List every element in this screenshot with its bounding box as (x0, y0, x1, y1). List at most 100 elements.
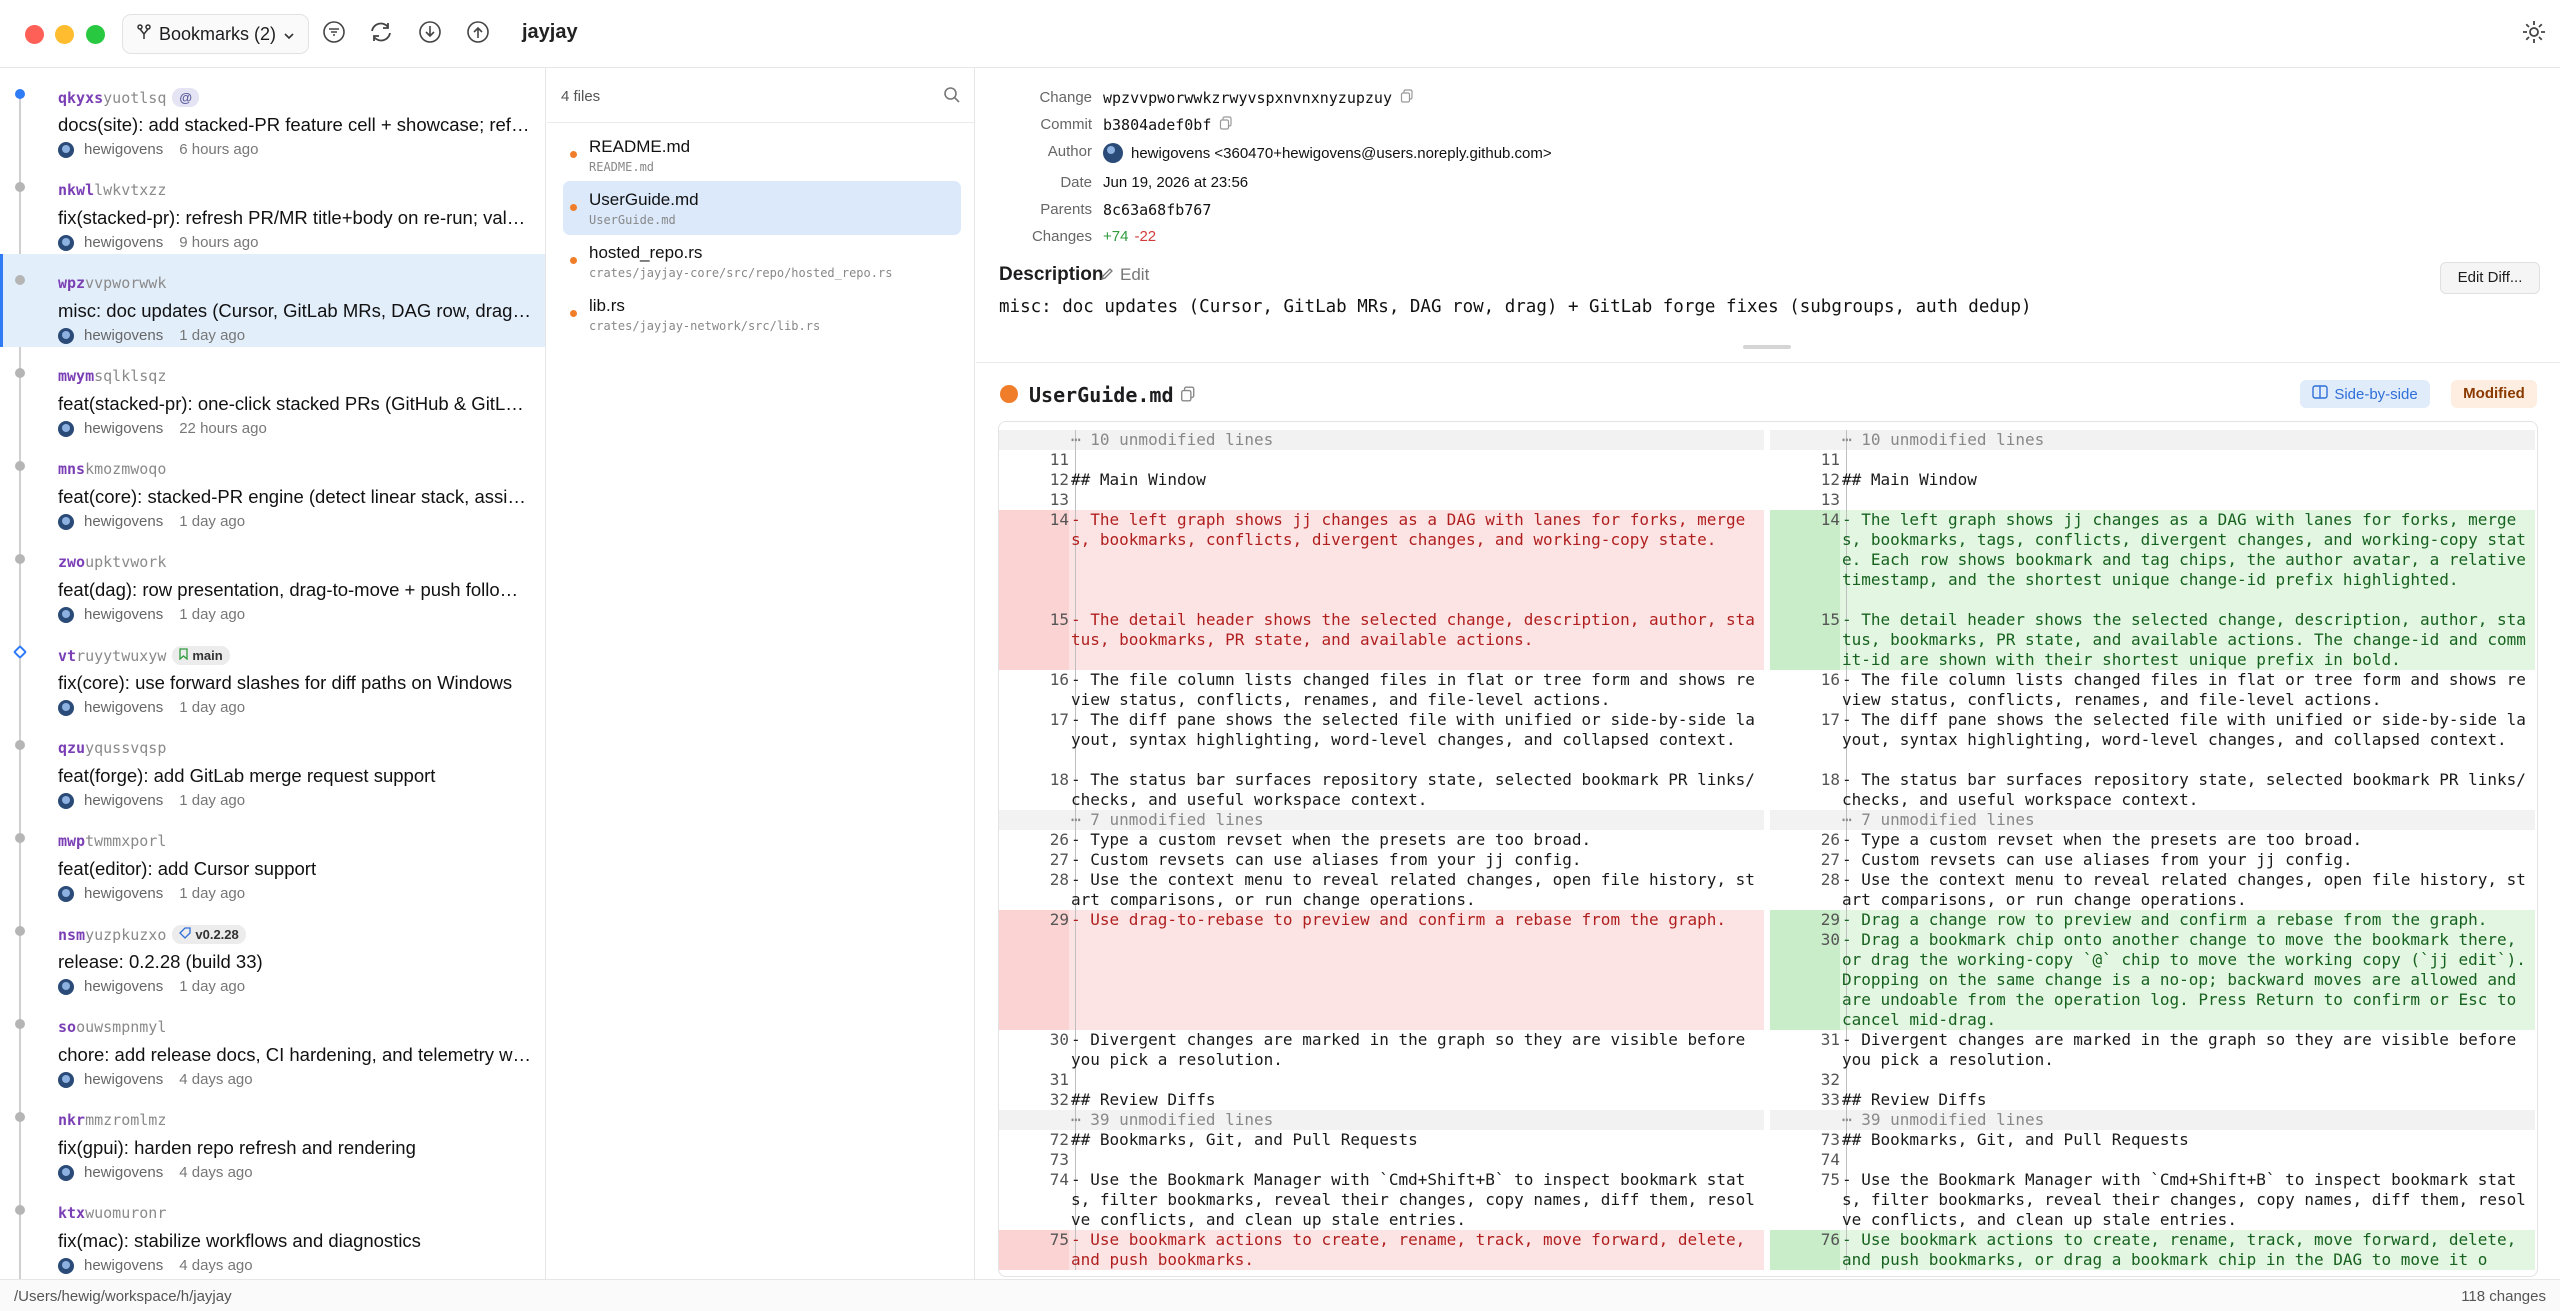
line-text: - Use the Bookmark Manager with `Cmd+Shi… (1071, 1170, 1755, 1229)
collapsed-lines-row[interactable]: ⋯ 39 unmodified lines (1770, 1110, 2535, 1130)
diff-line: 31 (999, 1070, 1764, 1090)
graph-node[interactable] (15, 740, 25, 750)
graph-node[interactable] (15, 461, 25, 471)
change-row[interactable]: nkwllwkvtxzz fix(stacked-pr): refresh PR/… (0, 161, 545, 254)
copy-icon[interactable] (1400, 89, 1414, 107)
change-label: Change (1039, 89, 1092, 106)
parents-label: Parents (1040, 201, 1092, 218)
graph-node[interactable] (15, 1205, 25, 1215)
diff-gutter (1840, 1150, 1847, 1170)
push-button[interactable] (464, 20, 492, 48)
fetch-button[interactable] (416, 20, 444, 48)
line-number: 16 (1049, 670, 1069, 689)
parents-value[interactable]: 8c63a68fb767 (1103, 201, 1211, 219)
copy-icon[interactable] (1180, 386, 1196, 402)
commit-id-value[interactable]: b3804adef0bf (1103, 116, 1211, 134)
change-id-value[interactable]: wpzvvpworwwkzrwyvspxnvnxnyzupzuy (1103, 89, 1392, 107)
line-text: ⋯ 7 unmodified lines (1842, 810, 2035, 829)
edit-diff-button[interactable]: Edit Diff... (2440, 262, 2540, 294)
change-id: qzuyqussvqsp (58, 739, 166, 757)
edit-description-button[interactable]: Edit (1100, 265, 1149, 285)
file-name: README.md (589, 137, 691, 156)
repo-path: /Users/hewig/workspace/h/jayjay (14, 1288, 232, 1305)
copy-icon[interactable] (1219, 116, 1233, 134)
change-row[interactable]: mwymsqlklsqz feat(stacked-pr): one-click … (0, 347, 545, 440)
graph-node[interactable] (15, 833, 25, 843)
change-time: 1 day ago (179, 513, 246, 530)
change-row[interactable]: mnskmozmwoqo feat(core): stacked-PR engin… (0, 440, 545, 533)
line-text: ⋯ 7 unmodified lines (1071, 810, 1264, 829)
graph-node[interactable] (15, 554, 25, 564)
bookmark-chip[interactable]: main (172, 646, 230, 665)
file-item[interactable]: README.md README.md (563, 128, 961, 182)
change-row[interactable]: qzuyqussvqsp feat(forge): add GitLab merg… (0, 719, 545, 812)
line-text: - Divergent changes are marked in the gr… (1842, 1030, 2526, 1069)
resize-handle[interactable] (1743, 345, 1791, 349)
change-row[interactable]: vtruyytwuxyw main fix(core): use forward s… (0, 626, 545, 719)
side-by-side-toggle[interactable]: Side-by-side (2300, 380, 2430, 408)
line-number: 18 (1049, 770, 1069, 789)
change-time: 4 days ago (179, 1071, 253, 1088)
graph-node[interactable] (15, 275, 25, 285)
bookmarks-label: Bookmarks (2) (159, 23, 277, 44)
working-copy-node[interactable] (15, 89, 25, 99)
modified-file-icon (1000, 385, 1018, 403)
diff-line: 27- Custom revsets can use aliases from … (1770, 850, 2535, 870)
file-item[interactable]: lib.rs crates/jayjay-network/src/lib.rs (563, 287, 961, 341)
collapsed-lines-row[interactable]: ⋯ 7 unmodified lines (1770, 810, 2535, 830)
change-row[interactable]: qkyxsyuotlsq @ docs(site): add stacked-PR … (0, 68, 545, 161)
diff-line: 74- Use the Bookmark Manager with `Cmd+S… (999, 1170, 1764, 1230)
minimize-window-button[interactable] (55, 25, 74, 44)
bookmark-node[interactable] (12, 644, 28, 660)
close-window-button[interactable] (25, 25, 44, 44)
line-number: 73 (1820, 1130, 1840, 1149)
collapsed-lines-row[interactable]: ⋯ 7 unmodified lines (999, 810, 1764, 830)
change-meta: hewigovens 4 days ago (58, 1071, 253, 1088)
change-row[interactable]: wpzvvpworwwk misc: doc updates (Cursor, G… (0, 254, 545, 347)
file-count: 4 files (561, 88, 601, 105)
collapsed-lines-row[interactable]: ⋯ 10 unmodified lines (1770, 430, 2535, 450)
change-row[interactable]: ktxwuomuronr fix(mac): stabilize workflow… (0, 1184, 545, 1277)
diff-line: 13 (999, 490, 1764, 510)
diff-line: 13 (1770, 490, 2535, 510)
bookmarks-dropdown[interactable]: Bookmarks (2) (122, 14, 310, 54)
file-item[interactable]: hosted_repo.rs crates/jayjay-core/src/rep… (563, 234, 961, 288)
graph-node[interactable] (15, 1019, 25, 1029)
line-text: ## Main Window (1071, 470, 1206, 489)
zoom-window-button[interactable] (86, 25, 105, 44)
change-row[interactable]: nkrmmzromlmz fix(gpui): harden repo refre… (0, 1091, 545, 1184)
graph-node[interactable] (15, 182, 25, 192)
search-icon (943, 87, 961, 108)
collapsed-lines-row[interactable]: ⋯ 10 unmodified lines (999, 430, 1764, 450)
change-id-rest: lwkvtxzz (94, 181, 167, 199)
refresh-button[interactable] (367, 20, 395, 48)
line-text: - The detail header shows the selected c… (1071, 610, 1755, 649)
change-row[interactable]: zwoupktvwork feat(dag): row presentation,… (0, 533, 545, 626)
change-meta: hewigovens 1 day ago (58, 606, 245, 623)
collapsed-lines-row[interactable]: ⋯ 39 unmodified lines (999, 1110, 1764, 1130)
file-path: crates/jayjay-core/src/repo/hosted_repo.… (589, 266, 893, 280)
tag-chip[interactable]: v0.2.28 (172, 925, 246, 944)
filter-button[interactable] (320, 20, 348, 48)
diff-line: 32 ## Review Diffs (999, 1090, 1764, 1110)
file-item[interactable]: UserGuide.md UserGuide.md (563, 181, 961, 235)
change-meta: hewigovens 1 day ago (58, 978, 245, 995)
line-text: - Use bookmark actions to create, rename… (1842, 1230, 2526, 1269)
line-text: - The file column lists changed files in… (1842, 670, 2526, 709)
file-search-button[interactable] (943, 86, 963, 106)
change-meta: hewigovens 6 hours ago (58, 141, 258, 158)
graph-node[interactable] (15, 926, 25, 936)
line-text: - Drag a bookmark chip onto another chan… (1842, 930, 2535, 1029)
working-copy-chip[interactable]: @ (172, 88, 200, 107)
change-row[interactable]: soouwsmpnmyl chore: add release docs, CI … (0, 998, 545, 1091)
line-number: 28 (1049, 870, 1069, 889)
graph-node[interactable] (15, 1112, 25, 1122)
change-row[interactable]: nsmyuzpkuzxo v0.2.28 release: 0.2.28 (buil… (0, 905, 545, 998)
change-row[interactable]: mwptwmmxporl feat(editor): add Cursor sup… (0, 812, 545, 905)
diff-line: 18- The status bar surfaces repository s… (999, 770, 1764, 810)
change-summary: feat(stacked-pr): one-click stacked PRs … (58, 393, 524, 414)
graph-node[interactable] (15, 368, 25, 378)
settings-button[interactable] (2518, 18, 2550, 50)
date-label: Date (1060, 174, 1092, 191)
change-id: nsmyuzpkuzxo v0.2.28 (58, 925, 246, 944)
